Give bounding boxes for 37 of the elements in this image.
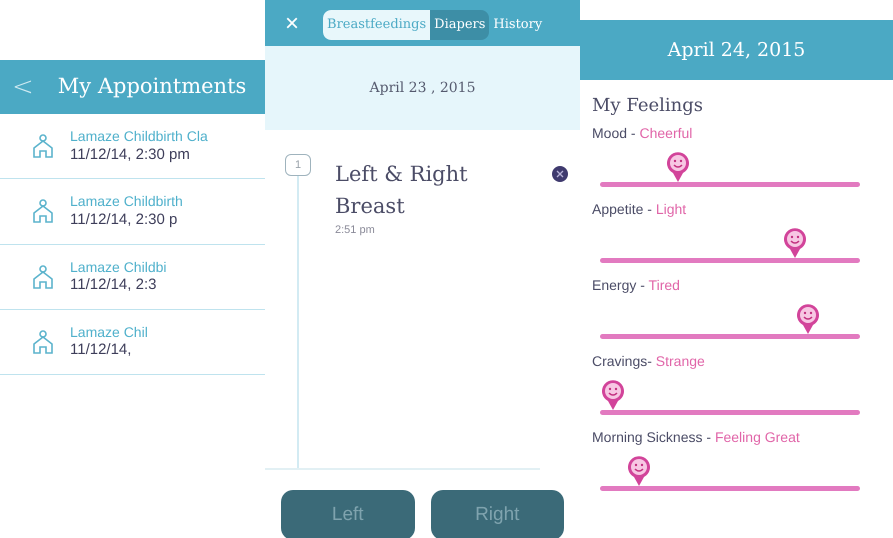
house-icon: [32, 328, 54, 355]
date-title: April 24, 2015: [668, 38, 806, 63]
screen-title: My Appointments: [58, 73, 246, 100]
feeling-label: Mood - Cheerful: [592, 124, 692, 143]
smiley-pin-icon[interactable]: [782, 227, 808, 259]
house-icon: [32, 198, 54, 224]
appointment-name: Lamaze Childbirth Cla: [70, 128, 208, 146]
tab[interactable]: Diapers: [430, 10, 490, 40]
delete-icon[interactable]: [552, 166, 568, 182]
appointment-name: Lamaze Childbirth: [70, 193, 183, 211]
bottom-button[interactable]: Right: [430, 490, 564, 538]
section-heading: My Feelings: [591, 94, 704, 118]
feeling-label: Cravings- Strange: [592, 352, 705, 371]
feeling-label: Energy - Tired: [592, 276, 680, 295]
smiley-pin-icon[interactable]: [626, 455, 652, 487]
appointment-time: 11/12/14, 2:30 p: [70, 210, 178, 230]
entry-title: Left & Right Breast: [335, 161, 469, 220]
house-icon: [32, 133, 54, 160]
bottom-button[interactable]: Left: [281, 490, 414, 538]
feeling-label: Appetite - Light: [592, 200, 686, 219]
house-icon: [32, 264, 54, 290]
appointment-time: 11/12/14, 2:30 pm: [70, 146, 191, 164]
appointment-time: 11/12/14, 2:3: [70, 276, 158, 295]
appointment-name: Lamaze Chil: [70, 324, 148, 342]
smiley-pin-icon[interactable]: [795, 303, 821, 335]
entry-time: 2:51 pm: [335, 223, 376, 238]
appointment-time: 11/12/14,: [70, 341, 132, 360]
tab[interactable]: History: [489, 10, 546, 40]
step-number: 1: [285, 154, 311, 176]
close-button[interactable]: ×: [285, 12, 300, 36]
feeling-label: Morning Sickness - Feeling Great: [592, 428, 800, 447]
smiley-pin-icon[interactable]: [600, 379, 626, 411]
appointment-name: Lamaze Childbi: [70, 258, 166, 276]
back-button[interactable]: <: [12, 68, 34, 106]
date-label: April 23 , 2015: [370, 78, 476, 98]
smiley-pin-icon[interactable]: [665, 151, 691, 183]
tab[interactable]: Breastfeedings: [323, 10, 430, 40]
